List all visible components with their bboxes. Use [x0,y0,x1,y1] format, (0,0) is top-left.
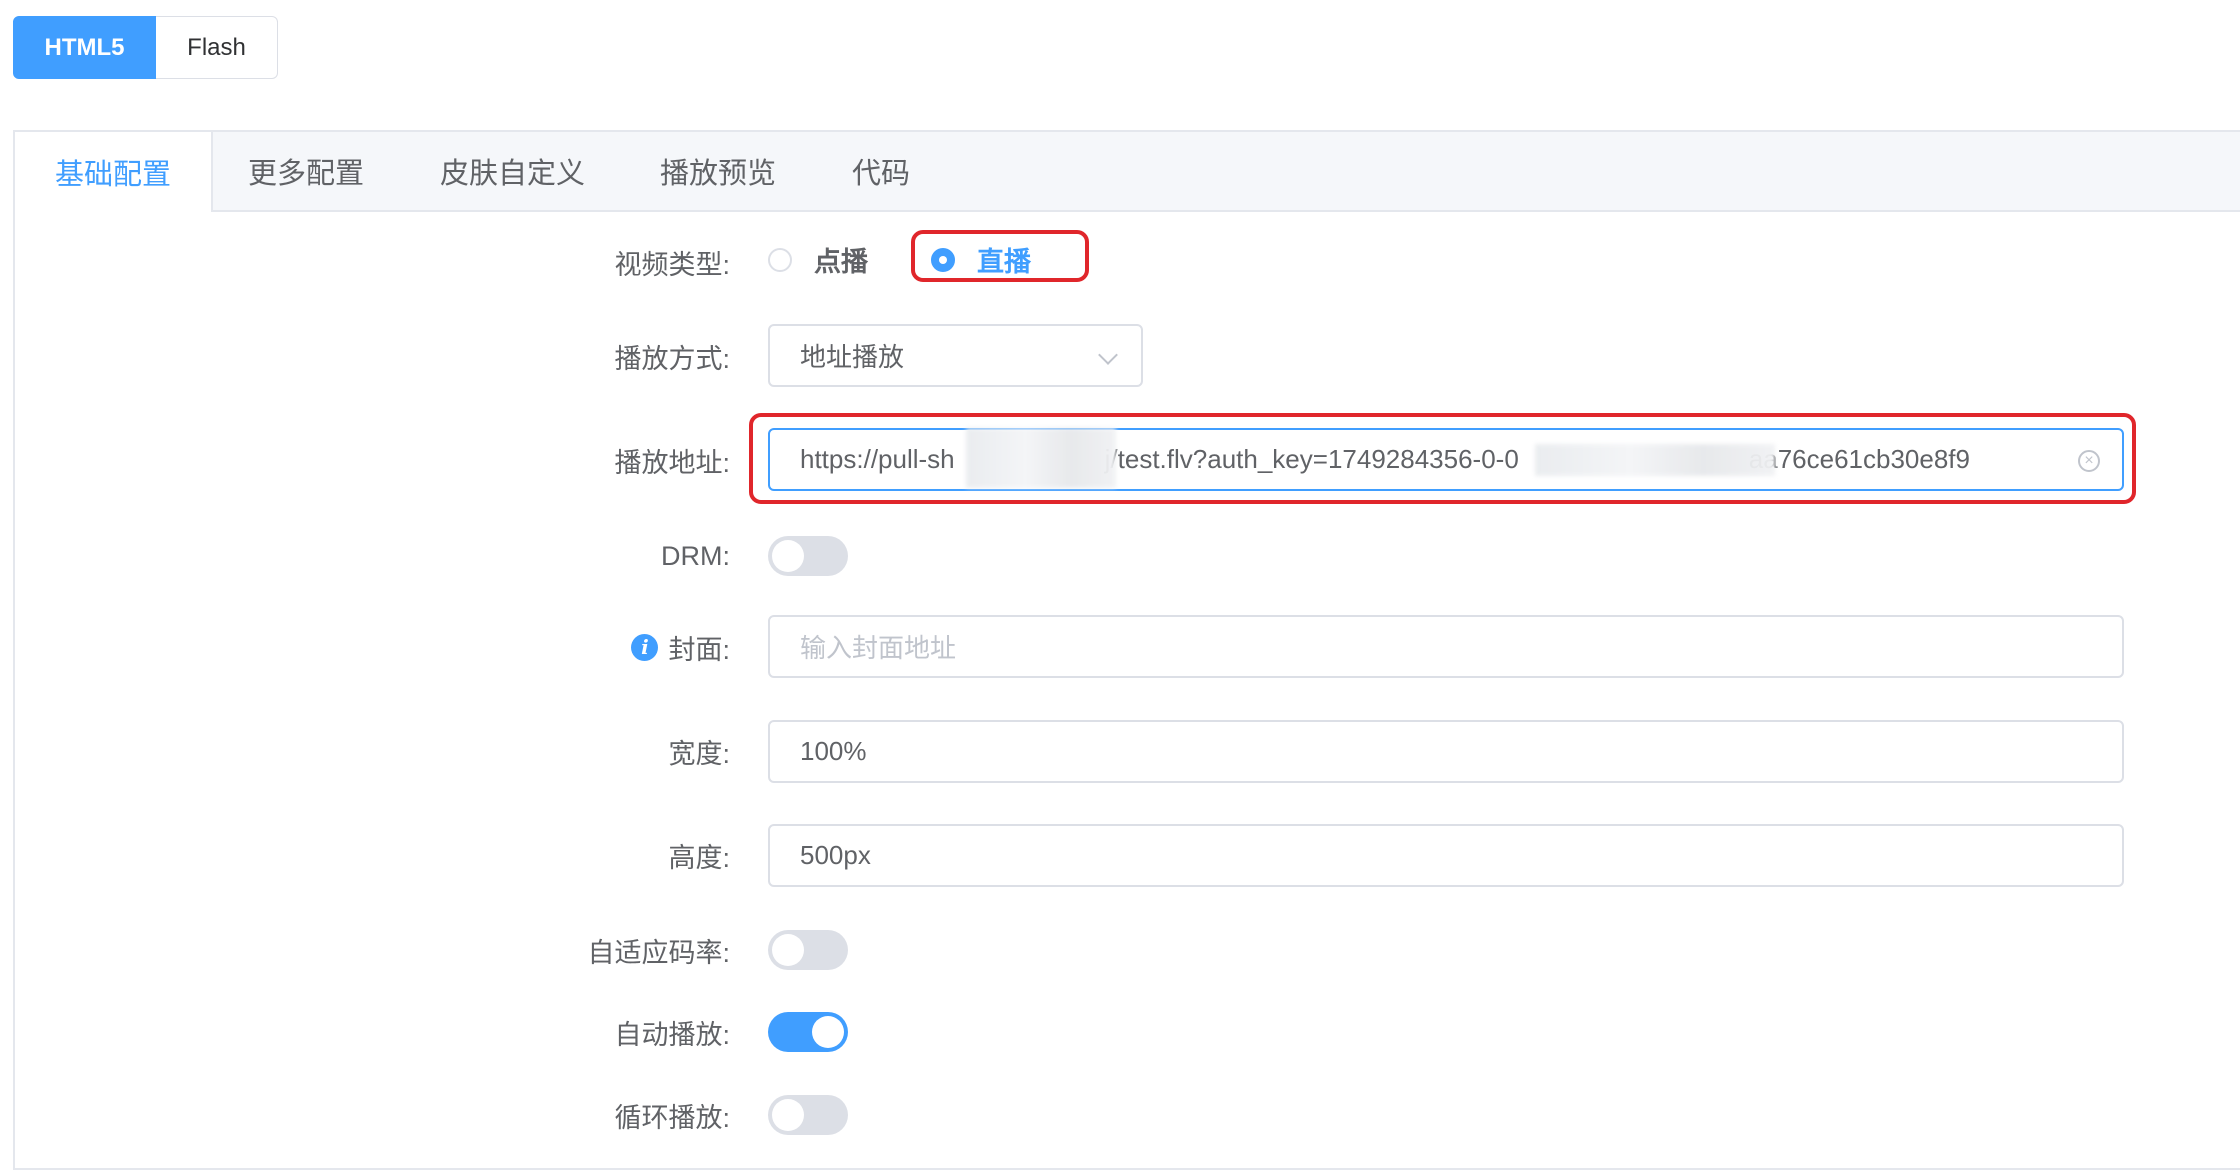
tab-more-config[interactable]: 更多配置 [248,132,364,210]
radio-live-label: 直播 [977,247,1031,277]
drm-label: DRM: [661,540,730,571]
adaptive-bitrate-label: 自适应码率: [587,937,730,968]
play-url-part1: https://pull-sh [800,444,955,474]
tab-basic-config[interactable]: 基础配置 [15,132,214,212]
switch-knob [772,1099,804,1131]
radio-live-circle[interactable] [931,247,955,272]
adaptive-bitrate-switch[interactable] [768,930,848,970]
width-label: 宽度: [668,738,730,769]
switch-knob [812,1016,844,1048]
height-input[interactable]: 500px [768,824,2124,887]
width-value: 100% [800,736,867,766]
autoplay-label: 自动播放: [614,1019,730,1050]
redaction-blur [1535,444,1775,476]
play-mode-label: 播放方式: [614,343,730,374]
tab-code[interactable]: 代码 [852,132,910,210]
play-mode-value: 地址播放 [800,342,905,372]
radio-vod-circle[interactable] [768,247,792,272]
cover-label-text: 封面: [668,634,730,665]
play-url-part3: aa76ce61cb30e8f9 [1748,444,1970,474]
play-mode-select[interactable]: 地址播放 [768,324,1143,387]
flash-button[interactable]: Flash [156,16,278,79]
cover-placeholder: 输入封面地址 [800,633,957,663]
height-value: 500px [800,840,871,870]
html5-button[interactable]: HTML5 [13,16,156,79]
radio-vod[interactable]: 点播 [768,240,868,279]
tab-bar: 基础配置 更多配置 皮肤自定义 播放预览 代码 [15,132,2240,212]
radio-vod-label: 点播 [814,247,868,277]
loop-switch[interactable] [768,1095,848,1135]
radio-live[interactable]: 直播 [931,240,1031,279]
switch-knob [772,540,804,572]
tab-skin-custom[interactable]: 皮肤自定义 [440,132,585,210]
info-icon[interactable]: i [631,633,659,661]
play-url-label: 播放地址: [614,447,730,478]
switch-knob [772,934,804,966]
height-label: 高度: [668,842,730,873]
cover-label: i 封面: [631,627,730,667]
player-type-switch: HTML5 Flash [13,16,278,79]
chevron-down-icon [1098,345,1118,365]
drm-switch[interactable] [768,536,848,576]
autoplay-switch[interactable] [768,1012,848,1052]
loop-label: 循环播放: [614,1102,730,1133]
video-type-label: 视频类型: [614,249,730,280]
tab-play-preview[interactable]: 播放预览 [660,132,776,210]
clear-icon[interactable]: × [2078,450,2100,472]
cover-input[interactable]: 输入封面地址 [768,615,2124,678]
width-input[interactable]: 100% [768,720,2124,783]
play-url-part2: j/test.flv?auth_key=1749284356-0-0 [1104,444,1519,474]
redaction-blur [966,428,1116,488]
